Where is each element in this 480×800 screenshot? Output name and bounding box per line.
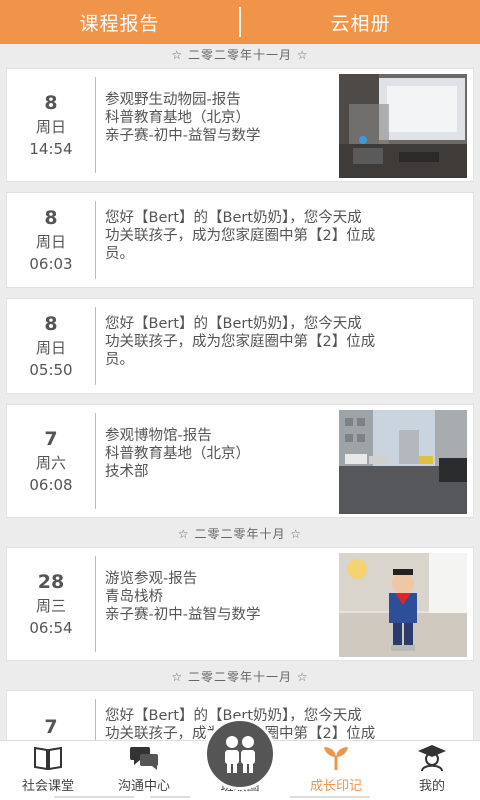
feed-card[interactable]: 28 周三 06:54 游览参观-报告 青岛栈桥 亲子赛-初中-益智与数学	[6, 547, 474, 661]
card-day: 8	[44, 92, 58, 114]
nav-label: 我的	[418, 779, 445, 794]
card-time: 14:54	[29, 140, 73, 158]
card-day: 7	[44, 428, 58, 450]
card-content: 您好【Bert】的【Bert奶奶】，您今天成 功关联孩子，成为您家庭圈中第【2】…	[105, 315, 463, 369]
card-day: 8	[44, 207, 58, 229]
class-circle-center-button[interactable]	[204, 718, 276, 790]
card-category: 技术部	[105, 464, 149, 480]
card-text-line: 您好【Bert】的【Bert奶奶】，您今天成	[105, 210, 362, 226]
indicator-segment	[54, 796, 134, 798]
card-time: 06:54	[29, 619, 73, 637]
card-content: 您好【Bert】的【Bert奶奶】，您今天成 功关联孩子，成为您家庭圈中第【2】…	[105, 209, 463, 263]
feed-card[interactable]: 8 周日 14:54 参观野生动物园-报告 科普教育基地（北京） 亲子赛-初中-…	[6, 68, 474, 182]
card-weekday: 周六	[35, 454, 66, 472]
card-category: 亲子赛-初中-益智与数学	[105, 607, 261, 623]
card-text-line: 功关联孩子，成为您家庭圈中第【2】位成	[105, 228, 376, 244]
card-time: 05:50	[29, 361, 73, 379]
card-place: 科普教育基地（北京）	[105, 110, 250, 126]
tab-cloud-album[interactable]: 云相册	[241, 9, 480, 36]
card-divider	[95, 77, 96, 173]
sprout-icon	[324, 747, 348, 770]
book-icon	[34, 746, 62, 771]
top-tab-bar: 课程报告 云相册	[0, 0, 480, 44]
card-content: 游览参观-报告 青岛栈桥 亲子赛-初中-益智与数学	[105, 570, 331, 624]
card-day: 7	[44, 716, 58, 738]
nav-label: 社会课堂	[21, 779, 74, 794]
tab-divider	[239, 7, 241, 37]
card-divider	[95, 556, 96, 652]
card-title: 参观野生动物园-报告	[105, 92, 241, 108]
card-date: 8 周日 14:54	[7, 69, 95, 181]
card-text-line: 功关联孩子，成为您家庭圈中第【2】位成	[105, 334, 376, 350]
card-day: 28	[37, 571, 65, 593]
nav-item-communication[interactable]: 沟通中心	[96, 741, 192, 800]
feed-card[interactable]: 7 周六 06:08 参观博物馆-报告 科普教育基地（北京） 技术部	[6, 404, 474, 518]
month-header: ☆ 二零二零年十一月 ☆	[171, 48, 309, 62]
card-category: 亲子赛-初中-益智与数学	[105, 128, 261, 144]
card-photo[interactable]	[339, 410, 467, 514]
card-place: 科普教育基地（北京）	[105, 446, 250, 462]
card-photo[interactable]	[339, 74, 467, 178]
card-divider	[95, 413, 96, 509]
card-weekday: 周三	[35, 597, 66, 615]
card-time: 06:03	[29, 255, 73, 273]
card-content: 您好【Bert】的【Bert奶奶】，您今天成 功关联孩子，成为您家庭圈中第【2】…	[105, 707, 463, 740]
card-text-line: 您好【Bert】的【Bert奶奶】，您今天成	[105, 708, 362, 724]
card-text-line: 您好【Bert】的【Bert奶奶】，您今天成	[105, 316, 362, 332]
card-divider	[95, 307, 96, 385]
nav-label: 沟通中心	[117, 779, 170, 794]
nav-item-growth-marks[interactable]: 成长印记	[288, 741, 384, 800]
graduate-icon	[418, 745, 446, 772]
people-icon	[225, 736, 255, 773]
card-content: 参观野生动物园-报告 科普教育基地（北京） 亲子赛-初中-益智与数学	[105, 91, 331, 145]
card-weekday: 周日	[35, 118, 66, 136]
card-weekday: 周日	[35, 339, 66, 357]
month-header: ☆ 二零二零年十一月 ☆	[171, 670, 309, 684]
nav-item-mine[interactable]: 我的	[384, 741, 480, 800]
tab-course-reports[interactable]: 课程报告	[0, 9, 239, 36]
card-date: 7 周六	[7, 691, 95, 740]
bottom-indicator-strip	[0, 794, 480, 800]
growth-feed[interactable]: ☆ 二零二零年十一月 ☆ 8 周日 14:54 参观野生动物园-报告 科普教育基…	[0, 44, 480, 740]
card-divider	[95, 201, 96, 279]
card-text-line: 功关联孩子，成为您家庭圈中第【2】位成	[105, 725, 463, 740]
card-time: 06:08	[29, 476, 73, 494]
card-content: 参观博物馆-报告 科普教育基地（北京） 技术部	[105, 427, 331, 481]
card-weekday: 周日	[35, 233, 66, 251]
card-title: 游览参观-报告	[105, 571, 198, 587]
indicator-segment	[150, 796, 190, 798]
card-text-line: 员。	[105, 246, 134, 262]
feed-card[interactable]: 8 周日 05:50 您好【Bert】的【Bert奶奶】，您今天成 功关联孩子，…	[6, 298, 474, 394]
feed-card[interactable]: 8 周日 06:03 您好【Bert】的【Bert奶奶】，您今天成 功关联孩子，…	[6, 192, 474, 288]
card-title: 参观博物馆-报告	[105, 428, 212, 444]
month-header: ☆ 二零二零年十月 ☆	[177, 527, 303, 541]
card-divider	[95, 699, 96, 740]
nav-item-social-class[interactable]: 社会课堂	[0, 741, 96, 800]
chat-icon	[130, 747, 158, 770]
card-day: 8	[44, 313, 58, 335]
indicator-segment	[290, 796, 370, 798]
card-text-line: 员。	[105, 352, 134, 368]
card-date: 28 周三 06:54	[7, 548, 95, 660]
nav-label: 成长印记	[309, 779, 362, 794]
card-date: 7 周六 06:08	[7, 405, 95, 517]
card-place: 青岛栈桥	[105, 589, 163, 605]
card-date: 8 周日 05:50	[7, 299, 95, 393]
card-photo[interactable]	[339, 553, 467, 657]
card-date: 8 周日 06:03	[7, 193, 95, 287]
